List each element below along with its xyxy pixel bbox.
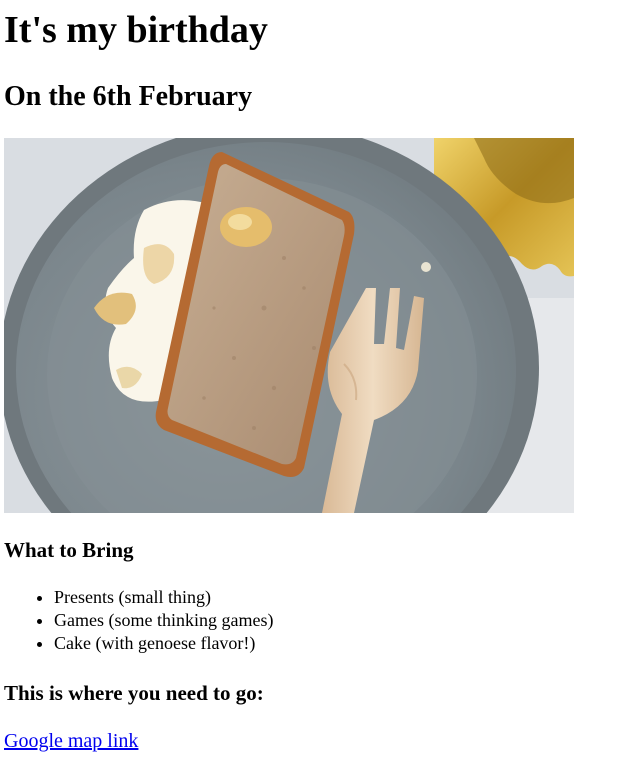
- bring-list: Presents (small thing) Games (some think…: [4, 586, 273, 655]
- cake-photo: [4, 138, 574, 513]
- page-title: It's my birthday: [4, 9, 268, 51]
- google-map-link[interactable]: Google map link: [4, 729, 138, 753]
- list-item: Cake (with genoese flavor!): [54, 632, 273, 655]
- location-heading: This is where you need to go:: [4, 681, 264, 705]
- page-subtitle: On the 6th February: [4, 81, 253, 112]
- list-item: Games (some thinking games): [54, 609, 273, 632]
- what-to-bring-heading: What to Bring: [4, 538, 134, 562]
- list-item: Presents (small thing): [54, 586, 273, 609]
